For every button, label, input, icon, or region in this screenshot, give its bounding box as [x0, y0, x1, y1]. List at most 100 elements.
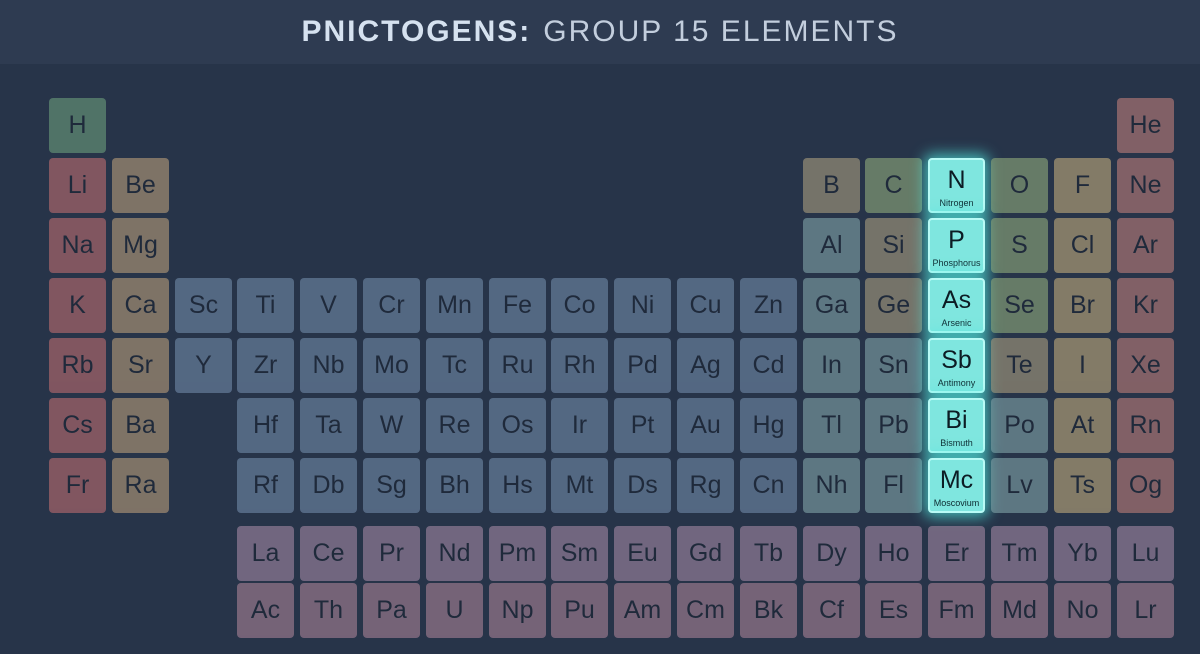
element-cell-v[interactable]: V: [300, 278, 357, 333]
element-cell-hf[interactable]: Hf: [237, 398, 294, 453]
element-cell-i[interactable]: I: [1054, 338, 1111, 393]
element-cell-si[interactable]: Si: [865, 218, 922, 273]
element-cell-cl[interactable]: Cl: [1054, 218, 1111, 273]
element-cell-he[interactable]: He: [1117, 98, 1174, 153]
element-cell-tc[interactable]: Tc: [426, 338, 483, 393]
element-cell-fl[interactable]: Fl: [865, 458, 922, 513]
element-cell-md[interactable]: Md: [991, 583, 1048, 638]
element-cell-y[interactable]: Y: [175, 338, 232, 393]
element-cell-mn[interactable]: Mn: [426, 278, 483, 333]
element-cell-ar[interactable]: Ar: [1117, 218, 1174, 273]
element-cell-lv[interactable]: Lv: [991, 458, 1048, 513]
element-cell-nd[interactable]: Nd: [426, 526, 483, 581]
element-cell-ts[interactable]: Ts: [1054, 458, 1111, 513]
element-cell-eu[interactable]: Eu: [614, 526, 671, 581]
element-cell-ds[interactable]: Ds: [614, 458, 671, 513]
element-cell-pr[interactable]: Pr: [363, 526, 420, 581]
element-cell-h[interactable]: H: [49, 98, 106, 153]
element-cell-mc[interactable]: Mc Moscovium: [928, 458, 985, 513]
element-cell-sr[interactable]: Sr: [112, 338, 169, 393]
element-cell-ti[interactable]: Ti: [237, 278, 294, 333]
element-cell-fm[interactable]: Fm: [928, 583, 985, 638]
element-cell-cf[interactable]: Cf: [803, 583, 860, 638]
element-cell-k[interactable]: K: [49, 278, 106, 333]
element-cell-gd[interactable]: Gd: [677, 526, 734, 581]
element-cell-w[interactable]: W: [363, 398, 420, 453]
element-cell-er[interactable]: Er: [928, 526, 985, 581]
element-cell-ni[interactable]: Ni: [614, 278, 671, 333]
element-cell-cd[interactable]: Cd: [740, 338, 797, 393]
element-cell-og[interactable]: Og: [1117, 458, 1174, 513]
element-cell-hg[interactable]: Hg: [740, 398, 797, 453]
element-cell-at[interactable]: At: [1054, 398, 1111, 453]
element-cell-co[interactable]: Co: [551, 278, 608, 333]
element-cell-cr[interactable]: Cr: [363, 278, 420, 333]
element-cell-s[interactable]: S: [991, 218, 1048, 273]
element-cell-sb[interactable]: Sb Antimony: [928, 338, 985, 393]
element-cell-ce[interactable]: Ce: [300, 526, 357, 581]
element-cell-sn[interactable]: Sn: [865, 338, 922, 393]
element-cell-lu[interactable]: Lu: [1117, 526, 1174, 581]
element-cell-np[interactable]: Np: [489, 583, 546, 638]
element-cell-fe[interactable]: Fe: [489, 278, 546, 333]
element-cell-cm[interactable]: Cm: [677, 583, 734, 638]
element-cell-cu[interactable]: Cu: [677, 278, 734, 333]
element-cell-sm[interactable]: Sm: [551, 526, 608, 581]
element-cell-ac[interactable]: Ac: [237, 583, 294, 638]
element-cell-pu[interactable]: Pu: [551, 583, 608, 638]
element-cell-tm[interactable]: Tm: [991, 526, 1048, 581]
element-cell-mo[interactable]: Mo: [363, 338, 420, 393]
element-cell-rg[interactable]: Rg: [677, 458, 734, 513]
element-cell-o[interactable]: O: [991, 158, 1048, 213]
element-cell-cn[interactable]: Cn: [740, 458, 797, 513]
element-cell-pm[interactable]: Pm: [489, 526, 546, 581]
element-cell-in[interactable]: In: [803, 338, 860, 393]
element-cell-ra[interactable]: Ra: [112, 458, 169, 513]
element-cell-pd[interactable]: Pd: [614, 338, 671, 393]
element-cell-te[interactable]: Te: [991, 338, 1048, 393]
element-cell-b[interactable]: B: [803, 158, 860, 213]
element-cell-yb[interactable]: Yb: [1054, 526, 1111, 581]
element-cell-zr[interactable]: Zr: [237, 338, 294, 393]
element-cell-pa[interactable]: Pa: [363, 583, 420, 638]
element-cell-db[interactable]: Db: [300, 458, 357, 513]
element-cell-nb[interactable]: Nb: [300, 338, 357, 393]
element-cell-os[interactable]: Os: [489, 398, 546, 453]
element-cell-mt[interactable]: Mt: [551, 458, 608, 513]
element-cell-ag[interactable]: Ag: [677, 338, 734, 393]
element-cell-no[interactable]: No: [1054, 583, 1111, 638]
element-cell-ir[interactable]: Ir: [551, 398, 608, 453]
element-cell-ga[interactable]: Ga: [803, 278, 860, 333]
element-cell-rh[interactable]: Rh: [551, 338, 608, 393]
element-cell-zn[interactable]: Zn: [740, 278, 797, 333]
element-cell-sg[interactable]: Sg: [363, 458, 420, 513]
element-cell-pt[interactable]: Pt: [614, 398, 671, 453]
element-cell-u[interactable]: U: [426, 583, 483, 638]
element-cell-au[interactable]: Au: [677, 398, 734, 453]
element-cell-mg[interactable]: Mg: [112, 218, 169, 273]
element-cell-ba[interactable]: Ba: [112, 398, 169, 453]
element-cell-f[interactable]: F: [1054, 158, 1111, 213]
element-cell-rb[interactable]: Rb: [49, 338, 106, 393]
element-cell-rn[interactable]: Rn: [1117, 398, 1174, 453]
element-cell-c[interactable]: C: [865, 158, 922, 213]
element-cell-hs[interactable]: Hs: [489, 458, 546, 513]
element-cell-bi[interactable]: Bi Bismuth: [928, 398, 985, 453]
element-cell-be[interactable]: Be: [112, 158, 169, 213]
element-cell-ta[interactable]: Ta: [300, 398, 357, 453]
element-cell-rf[interactable]: Rf: [237, 458, 294, 513]
element-cell-cs[interactable]: Cs: [49, 398, 106, 453]
element-cell-sc[interactable]: Sc: [175, 278, 232, 333]
element-cell-tl[interactable]: Tl: [803, 398, 860, 453]
element-cell-am[interactable]: Am: [614, 583, 671, 638]
element-cell-dy[interactable]: Dy: [803, 526, 860, 581]
element-cell-la[interactable]: La: [237, 526, 294, 581]
element-cell-po[interactable]: Po: [991, 398, 1048, 453]
element-cell-nh[interactable]: Nh: [803, 458, 860, 513]
element-cell-lr[interactable]: Lr: [1117, 583, 1174, 638]
element-cell-re[interactable]: Re: [426, 398, 483, 453]
element-cell-ne[interactable]: Ne: [1117, 158, 1174, 213]
element-cell-bh[interactable]: Bh: [426, 458, 483, 513]
element-cell-ru[interactable]: Ru: [489, 338, 546, 393]
element-cell-se[interactable]: Se: [991, 278, 1048, 333]
